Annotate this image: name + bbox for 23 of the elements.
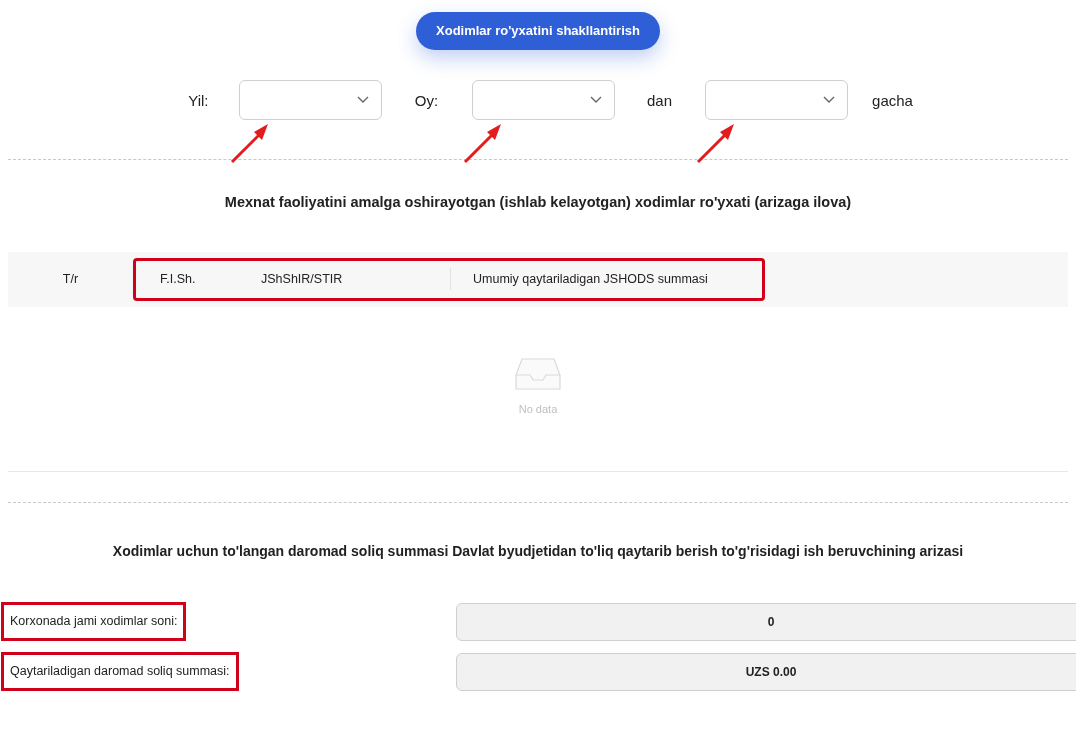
section-title: Xodimlar uchun to'langan daromad soliq summasi Davlat byudjetidan to'liq qaytarib berish to'g'risidagi ish beruvchining arizasi — [111, 541, 965, 561]
column-header: JShShIR/STIR — [261, 268, 451, 291]
section-title: Mexnat faoliyatini amalga oshirayotgan (ishlab kelayotgan) xodimlar ro'yxati (arizaga ilova) — [223, 193, 853, 212]
chevron-down-icon — [356, 96, 369, 104]
filter-label: Oy: — [413, 91, 440, 111]
dropdown-select[interactable] — [704, 80, 848, 120]
column-header: T/r — [61, 270, 80, 288]
column-header: F.I.Sh. — [159, 270, 197, 288]
empty-state-text: No data — [518, 401, 558, 417]
filter-label: Yil: — [187, 91, 210, 111]
generate-list-button[interactable]: Xodimlar ro'yxatini shakllantirish — [416, 12, 660, 50]
field-label: Korxonada jami xodimlar soni: — [1, 602, 187, 642]
dropdown-select[interactable] — [471, 80, 615, 120]
filter-label: gacha — [871, 91, 914, 111]
chevron-down-icon — [822, 96, 835, 104]
dropdown-select[interactable] — [238, 80, 382, 120]
chevron-down-icon — [589, 96, 602, 104]
empty-inbox-icon — [514, 356, 562, 393]
readonly-field[interactable]: 0 — [456, 602, 1076, 641]
column-header: Umumiy qaytariladigan JSHODS summasi — [472, 270, 708, 288]
field-label: Qaytariladigan daromad soliq summasi: — [1, 652, 239, 692]
readonly-field[interactable]: UZS 0.00 — [456, 652, 1076, 691]
filter-label: dan — [646, 91, 673, 111]
